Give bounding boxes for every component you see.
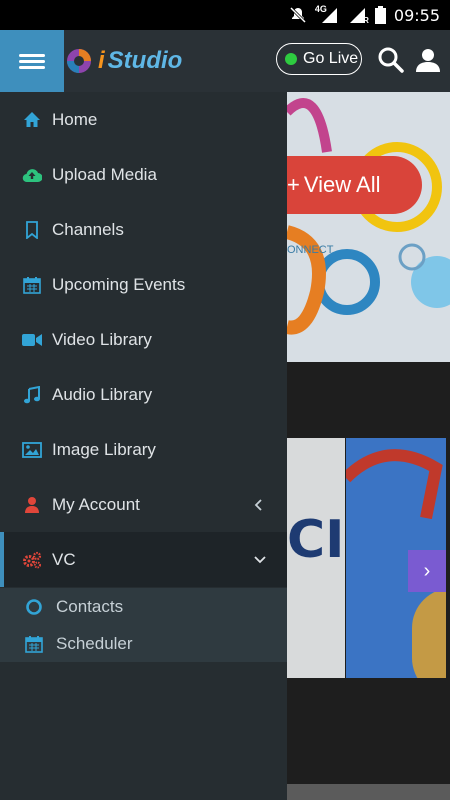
banner-art [287,98,450,335]
vc-submenu: Contacts Scheduler [0,588,287,662]
nav-label: Upload Media [52,164,157,184]
thumbnail-person [412,588,446,678]
nav-item-video-library[interactable]: Video Library [0,312,287,367]
nav-item-audio-library[interactable]: Audio Library [0,367,287,422]
signal-4g-icon: 4G [315,4,339,24]
nav-label: Home [52,109,98,129]
roaming-indicator: R [363,16,369,25]
submenu-item-contacts[interactable]: Contacts [0,588,287,625]
featured-banner[interactable]: + View All ONNECT [287,92,450,362]
carousel-next-button[interactable]: › [408,550,446,592]
status-bar: 4G R 09:55 [0,0,450,30]
nav-label: Upcoming Events [52,274,186,294]
nav-item-home[interactable]: Home [0,92,287,147]
chevron-right-icon: › [423,559,431,582]
status-icons: 4G R 09:55 [289,0,440,30]
go-live-label: Go Live [303,50,359,67]
nav-label: Audio Library [52,384,153,404]
nav-item-my-account[interactable]: My Account [0,477,287,532]
calendar-icon [22,275,42,295]
video-camera-icon [22,330,42,350]
go-live-button[interactable]: Go Live [276,43,362,75]
chevron-down-icon [253,550,267,570]
submenu-label: Contacts [56,597,124,616]
logo-name: Studio [107,47,183,74]
signal-roaming-icon: R [347,6,369,25]
thumbnail-art [346,449,443,520]
submenu-item-scheduler[interactable]: Scheduler [0,625,287,662]
nav-label: My Account [52,494,140,514]
search-icon[interactable] [377,46,405,74]
main-content: + View All ONNECT CI › [287,92,450,800]
home-icon [22,110,42,130]
logo-mark-icon [67,49,91,73]
nav-item-vc[interactable]: VC [0,532,287,587]
image-icon [22,440,42,460]
nav-item-upcoming-events[interactable]: Upcoming Events [0,257,287,312]
mute-icon [289,6,306,24]
video-thumbnails: CI › [287,438,450,678]
bookmark-icon [22,220,42,240]
profile-icon[interactable] [414,46,442,74]
app-logo: i Studio [64,42,182,80]
nav-label: Video Library [52,329,152,349]
video-thumbnail[interactable]: CI [287,438,345,678]
view-all-button[interactable]: + View All [287,156,422,214]
music-note-icon [22,385,42,405]
cloud-upload-icon [22,165,42,185]
calendar-icon [25,636,43,653]
user-icon [22,495,42,515]
nav-item-image-library[interactable]: Image Library [0,422,287,477]
cogs-icon [22,550,42,570]
logo-prefix: i [98,47,105,74]
navigation-drawer: Home Upload Media Channels Upcoming Even… [0,92,287,800]
menu-button[interactable] [0,30,64,92]
nav-item-upload-media[interactable]: Upload Media [0,147,287,202]
live-dot-icon [285,53,297,65]
banner-caption: ONNECT [287,244,334,256]
plus-icon: + [287,172,300,197]
nav-label: Channels [52,219,124,239]
thumbnail-text: CI [287,510,345,570]
chevron-left-icon [253,495,267,515]
nav-label: VC [52,549,76,569]
more-thumbnails [287,784,450,800]
nav-item-channels[interactable]: Channels [0,202,287,257]
submenu-label: Scheduler [56,634,133,653]
view-all-label: View All [303,172,381,197]
nav-label: Image Library [52,439,156,459]
app-header: i Studio Go Live [0,30,450,92]
hamburger-icon [19,51,45,72]
circle-icon [26,599,42,615]
logo-text: i Studio [98,47,182,75]
status-time: 09:55 [393,5,440,25]
battery-icon [374,6,386,24]
